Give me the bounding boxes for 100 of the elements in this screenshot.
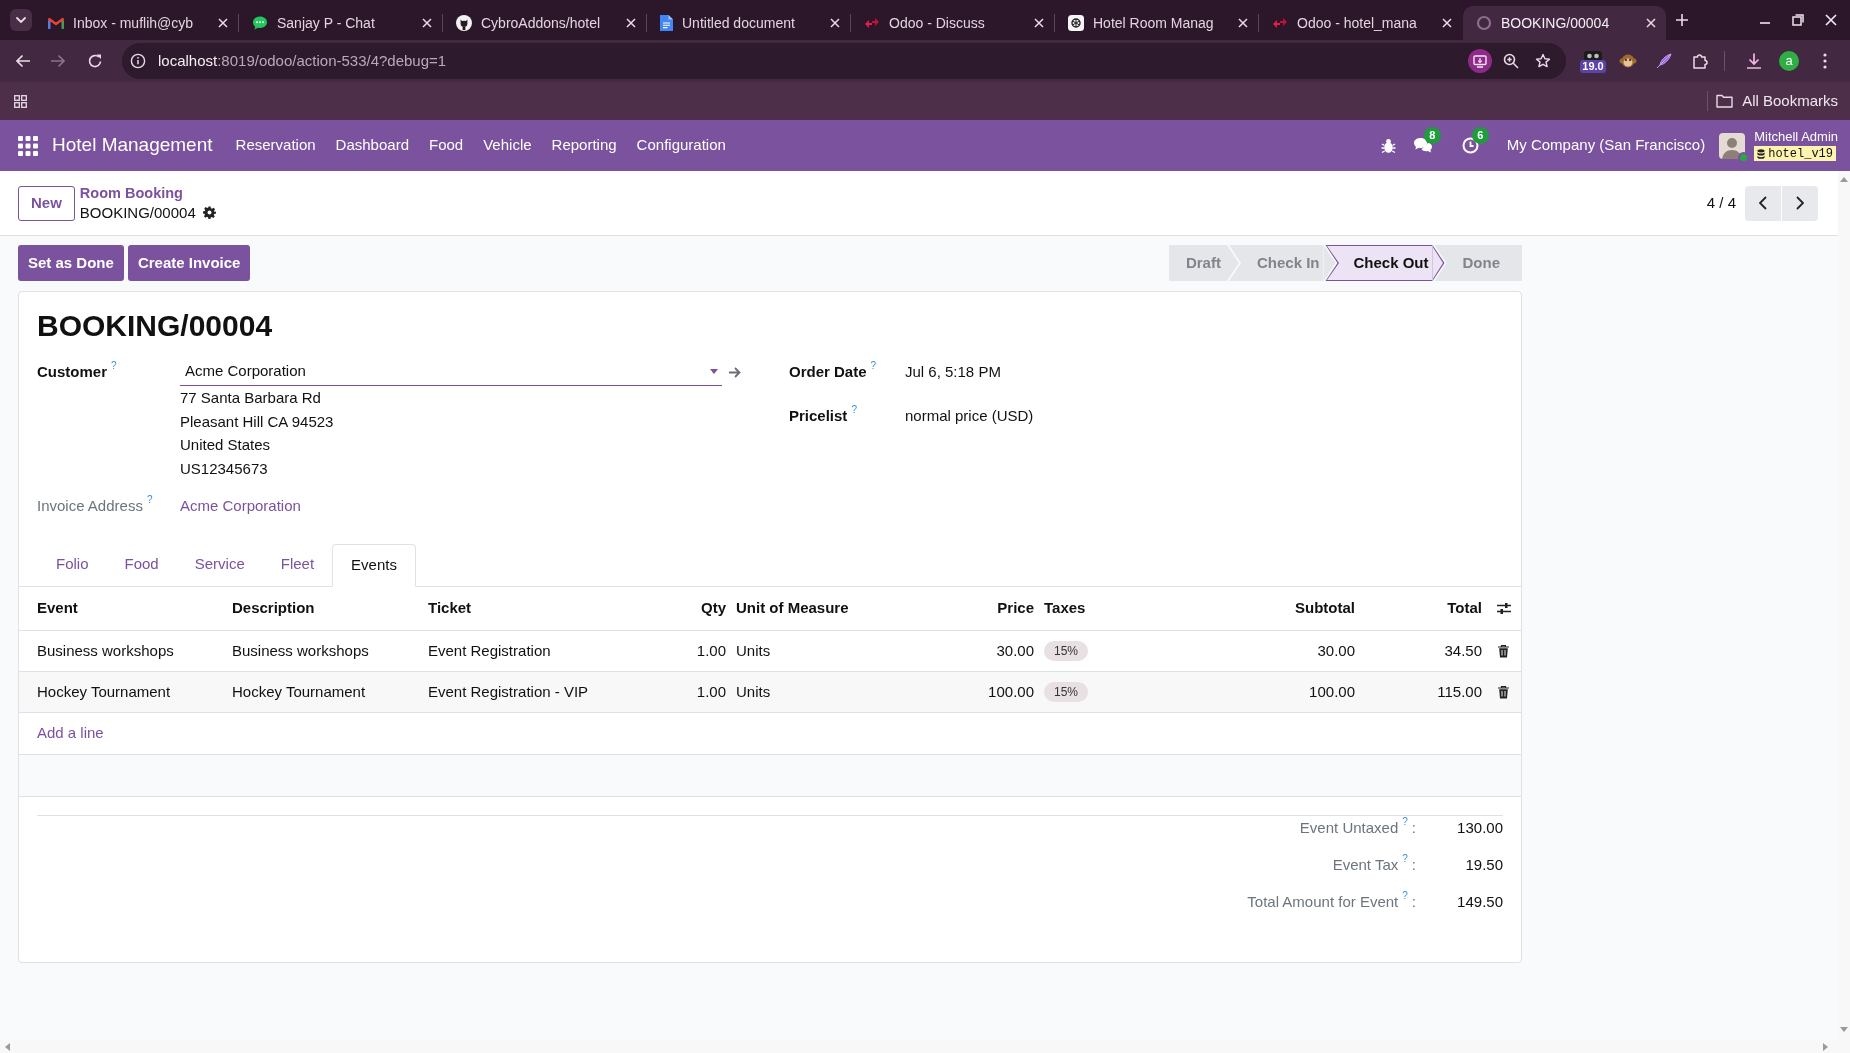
column-header[interactable]: Ticket: [423, 597, 641, 620]
browser-tab[interactable]: BOOKING/00004: [1463, 6, 1666, 40]
table-cell-text: 100.00: [987, 681, 1035, 702]
column-header[interactable]: Taxes: [1039, 597, 1191, 620]
delete-icon[interactable]: [1498, 685, 1509, 699]
help-mark[interactable]: ?: [146, 494, 153, 505]
notebook-tab[interactable]: Food: [106, 543, 177, 586]
close-icon[interactable]: [1825, 14, 1837, 26]
action-button[interactable]: Set as Done: [18, 245, 124, 281]
close-icon[interactable]: [626, 18, 636, 28]
chat-icon[interactable]: [1412, 137, 1433, 154]
help-mark[interactable]: ?: [1402, 891, 1408, 901]
menu-item[interactable]: Reporting: [541, 120, 627, 171]
info-icon[interactable]: [130, 53, 146, 69]
status-step[interactable]: Check Out: [1323, 245, 1433, 281]
table-cell-text: Business workshops: [36, 640, 175, 661]
browser-tab[interactable]: Untitled document: [647, 6, 850, 40]
app-name[interactable]: Hotel Management: [52, 131, 213, 160]
table-cell-text: 30.00: [995, 640, 1035, 661]
column-header[interactable]: Unit of Measure: [731, 597, 901, 620]
help-mark[interactable]: ?: [1402, 854, 1408, 864]
restore-icon[interactable]: [1792, 14, 1804, 26]
column-header[interactable]: Total: [1360, 597, 1487, 620]
help-mark[interactable]: ?: [111, 361, 117, 371]
table-cell-text: Hockey Tournament: [231, 681, 367, 702]
browser-tab[interactable]: Inbox - muflih@cyb: [35, 6, 238, 40]
loading-ring-icon: [1476, 15, 1492, 31]
install-app-icon[interactable]: [1468, 49, 1492, 73]
close-icon[interactable]: [1646, 18, 1656, 28]
browser-tab[interactable]: Odoo - Discuss: [851, 6, 1054, 40]
browser-tab[interactable]: Odoo - hotel_mana: [1259, 6, 1462, 40]
scroll-up-icon[interactable]: [1840, 177, 1848, 182]
notebook-tab[interactable]: Folio: [38, 543, 107, 586]
menu-item[interactable]: Reservation: [225, 120, 326, 171]
field-label: Invoice Address: [37, 495, 143, 516]
puzzle-icon[interactable]: [1691, 52, 1709, 70]
column-header[interactable]: Price: [901, 597, 1039, 620]
address-bar[interactable]: localhost:8019/odoo/action-533/4?debug=1: [122, 43, 1566, 79]
scroll-down-icon[interactable]: [1840, 1027, 1848, 1032]
bug-icon[interactable]: [1380, 137, 1396, 154]
menu-item[interactable]: Food: [419, 120, 474, 171]
help-mark[interactable]: ?: [851, 404, 857, 415]
close-icon[interactable]: [1238, 18, 1248, 28]
close-icon[interactable]: [422, 18, 432, 28]
menu-item[interactable]: Dashboard: [325, 120, 419, 171]
tab-search-button[interactable]: [10, 9, 32, 31]
gear-icon[interactable]: [202, 206, 216, 219]
chat-bubble-icon: [252, 15, 268, 31]
extension-icon[interactable]: [1583, 49, 1603, 62]
close-icon[interactable]: [218, 18, 228, 28]
menu-icon[interactable]: [1823, 53, 1827, 69]
star-icon[interactable]: [1535, 53, 1551, 69]
delete-icon[interactable]: [1498, 644, 1509, 658]
next-button[interactable]: [1782, 185, 1818, 221]
sliders-icon[interactable]: [1497, 602, 1511, 615]
column-header[interactable]: Subtotal: [1191, 597, 1360, 620]
notebook-tab[interactable]: Events: [332, 544, 416, 587]
close-icon[interactable]: [1034, 18, 1044, 28]
monkey-face-icon[interactable]: [1619, 52, 1637, 70]
new-button[interactable]: New: [18, 185, 75, 221]
action-button[interactable]: Create Invoice: [127, 245, 251, 281]
column-header[interactable]: Qty: [641, 597, 731, 620]
new-tab-icon[interactable]: [1676, 14, 1688, 26]
browser-tab[interactable]: CybroAddons/hotel: [443, 6, 646, 40]
apps-menu-icon[interactable]: [18, 135, 38, 156]
help-mark[interactable]: ?: [870, 360, 877, 371]
invoice-address-link[interactable]: Acme Corporation: [180, 494, 301, 518]
arrow-right-icon[interactable]: [729, 367, 741, 378]
menu-item[interactable]: Vehicle: [473, 120, 542, 171]
close-icon[interactable]: [1442, 18, 1452, 28]
caret-icon[interactable]: [710, 369, 718, 374]
back-arrow-icon[interactable]: [15, 53, 31, 69]
table-row[interactable]: Hockey Tournament Hockey Tournament Event Registration - VIP 1.00 Units 100.00 15% 100.00 115.00: [19, 672, 1521, 713]
all-bookmarks-button[interactable]: All Bookmarks: [1716, 89, 1838, 113]
previous-button[interactable]: [1745, 185, 1781, 221]
browser-tab[interactable]: Hotel Room Manag: [1055, 6, 1258, 40]
user-name[interactable]: Mitchell Admin: [1754, 130, 1838, 143]
browser-tab[interactable]: Sanjay P - Chat: [239, 6, 442, 40]
customer-field[interactable]: Acme Corporation: [180, 358, 722, 386]
notebook-tab[interactable]: Fleet: [262, 543, 333, 586]
apps-grid-icon[interactable]: [14, 94, 27, 108]
clock-icon[interactable]: [1461, 137, 1479, 154]
reload-icon[interactable]: [87, 53, 103, 69]
column-header[interactable]: Event: [19, 597, 227, 620]
company-switcher[interactable]: My Company (San Francisco): [1506, 134, 1706, 157]
breadcrumb-link[interactable]: Room Booking: [79, 183, 216, 203]
download-icon[interactable]: [1745, 52, 1763, 70]
add-line-link[interactable]: Add a line: [37, 722, 104, 745]
customer-address: 77 Santa Barbara Rd Pleasant Hill CA 94523 United States US12345673: [180, 388, 335, 479]
field-value: Jul 6, 5:18 PM: [905, 361, 1001, 382]
help-mark[interactable]: ?: [1402, 817, 1408, 827]
zoom-icon[interactable]: [1503, 53, 1519, 69]
user-avatar-icon[interactable]: [1719, 132, 1746, 159]
feather-icon[interactable]: [1655, 52, 1673, 70]
online-status-icon: [1738, 151, 1750, 163]
notebook-tab[interactable]: Service: [176, 543, 263, 586]
pager-value[interactable]: 4 / 4: [1706, 191, 1736, 215]
close-icon[interactable]: [830, 18, 840, 28]
column-header[interactable]: Description: [227, 597, 423, 620]
menu-item[interactable]: Configuration: [626, 120, 736, 171]
